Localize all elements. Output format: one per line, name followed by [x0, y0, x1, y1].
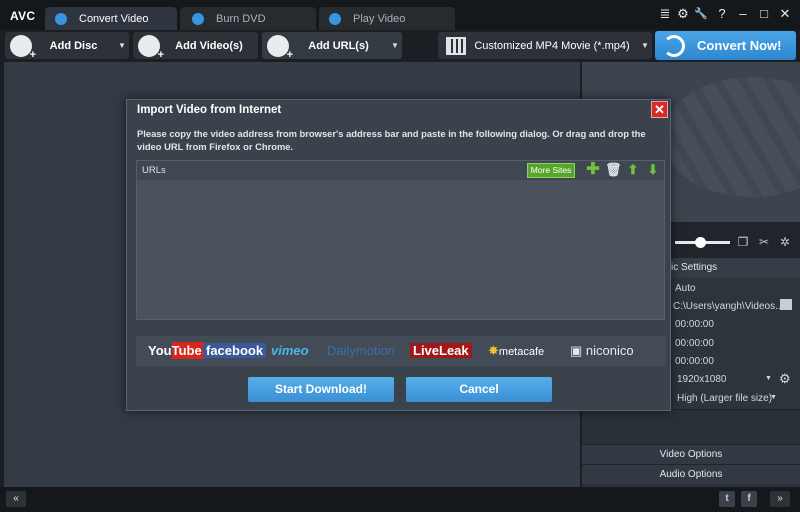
- help-icon[interactable]: ?: [714, 6, 730, 22]
- app-logo: AVC: [10, 9, 36, 23]
- setting-value: 00:00:00: [675, 319, 714, 330]
- play-icon: [329, 12, 341, 25]
- trash-icon[interactable]: 🗑: [605, 162, 622, 178]
- tab-label: Convert Video: [79, 12, 149, 25]
- chevron-down-icon[interactable]: ▼: [770, 394, 777, 401]
- setting-value: 00:00:00: [675, 356, 714, 367]
- facebook-icon[interactable]: f: [741, 491, 757, 507]
- setting-value: High (Larger file size): [677, 393, 773, 404]
- basic-settings-label: sic Settings: [666, 262, 718, 273]
- tab-label: Burn DVD: [216, 12, 266, 25]
- effects-icon[interactable]: ✲: [778, 235, 792, 249]
- tab-convert-video[interactable]: Convert Video: [45, 7, 177, 30]
- add-url-icon[interactable]: ✚: [585, 162, 601, 178]
- setting-value: Auto: [675, 283, 696, 294]
- film-reel-decoration: [662, 77, 800, 197]
- expand-button[interactable]: »: [770, 491, 790, 507]
- tab-burn-dvd[interactable]: Burn DVD: [180, 7, 316, 30]
- button-label: Convert Now!: [697, 38, 782, 53]
- start-download-button[interactable]: Start Download!: [248, 377, 394, 402]
- chevron-down-icon[interactable]: ▼: [115, 41, 129, 50]
- site-name: YouTube: [146, 342, 204, 359]
- format-select[interactable]: Customized MP4 Movie (*.mp4) ▼: [438, 32, 652, 59]
- wrench-icon[interactable]: 🔧: [693, 6, 709, 22]
- disc-icon: [192, 12, 204, 25]
- add-videos-button[interactable]: Add Video(s): [133, 32, 258, 61]
- film-icon: [446, 36, 466, 55]
- copy-icon[interactable]: ❐: [736, 235, 750, 249]
- tab-play-video[interactable]: Play Video: [319, 7, 455, 30]
- close-icon[interactable]: ✕: [777, 6, 793, 22]
- disc-add-icon: [10, 34, 36, 61]
- convert-now-button[interactable]: Convert Now!: [655, 31, 796, 60]
- status-bar: [0, 487, 800, 512]
- button-label: Add Video(s): [175, 39, 243, 52]
- chevron-down-icon: ▼: [641, 41, 649, 50]
- site-name: niconico: [585, 343, 634, 358]
- gear-icon[interactable]: ⚙: [779, 371, 791, 387]
- urls-label: URLs: [142, 165, 166, 176]
- chevron-down-icon[interactable]: ▼: [388, 41, 402, 50]
- volume-slider-handle[interactable]: [695, 237, 706, 248]
- button-label: Add Disc: [49, 39, 98, 52]
- twitter-icon[interactable]: t: [719, 491, 735, 507]
- facebook-logo: facebook: [203, 343, 267, 358]
- liveleak-logo: LiveLeak: [410, 343, 472, 358]
- dialog-title: Import Video from Internet: [137, 104, 282, 116]
- add-urls-button[interactable]: Add URL(s) ▼: [262, 32, 402, 61]
- dialog-close-button[interactable]: ✕: [651, 101, 668, 118]
- video-options-button[interactable]: Video Options: [582, 444, 800, 464]
- scissors-icon[interactable]: ✂: [757, 235, 771, 249]
- maximize-icon[interactable]: □: [756, 6, 772, 22]
- convert-icon: [55, 12, 67, 25]
- collapse-button[interactable]: «: [6, 491, 26, 507]
- chevron-down-icon[interactable]: ▼: [765, 375, 772, 382]
- dailymotion-logo: Dailymotion: [327, 343, 395, 358]
- globe-add-icon: [267, 34, 293, 61]
- move-up-icon[interactable]: ⬆: [625, 162, 641, 178]
- dialog-instructions: Please copy the video address from brows…: [137, 128, 646, 152]
- youtube-logo: YouTube: [146, 342, 204, 359]
- cancel-button[interactable]: Cancel: [406, 377, 552, 402]
- move-down-icon[interactable]: ⬇: [645, 162, 661, 178]
- setting-value: 00:00:00: [675, 338, 714, 349]
- tab-label: Play Video: [353, 12, 406, 25]
- url-list[interactable]: [136, 160, 665, 320]
- metacafe-logo: ✸metacafe: [488, 343, 545, 358]
- refresh-icon: [663, 34, 685, 57]
- menu-icon[interactable]: ≣: [657, 6, 673, 22]
- add-disc-button[interactable]: Add Disc ▼: [5, 32, 129, 61]
- setting-value: C:\Users\yangh\Videos...: [673, 301, 784, 312]
- audio-options-button[interactable]: Audio Options: [582, 464, 800, 484]
- format-value: Customized MP4 Movie (*.mp4): [474, 39, 630, 52]
- setting-value: 1920x1080: [677, 374, 727, 385]
- gear-icon[interactable]: ⚙: [675, 6, 691, 22]
- film-add-icon: [138, 34, 164, 61]
- folder-icon[interactable]: [780, 299, 792, 310]
- button-label: Add URL(s): [308, 39, 369, 52]
- more-sites-button[interactable]: More Sites: [527, 163, 575, 178]
- vimeo-logo: vimeo: [271, 343, 309, 358]
- niconico-logo: ▣ niconico: [570, 343, 634, 358]
- minimize-icon[interactable]: –: [735, 6, 751, 22]
- site-name: metacafe: [498, 346, 545, 358]
